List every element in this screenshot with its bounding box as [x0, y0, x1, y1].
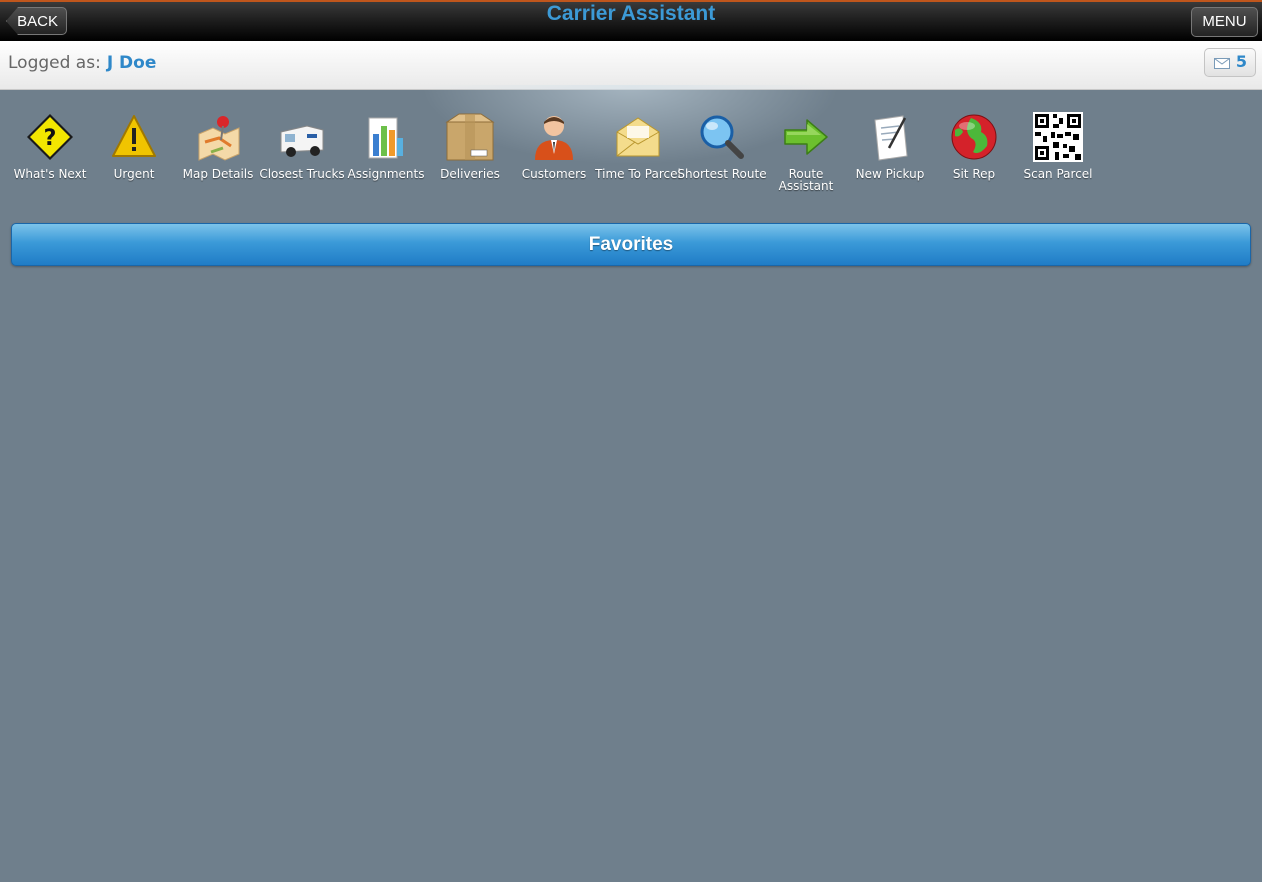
favorites-bar[interactable]: Favorites [11, 223, 1251, 266]
tool-label: Scan Parcel [1023, 167, 1093, 181]
tool-scan-parcel[interactable]: Scan Parcel [1016, 110, 1100, 194]
warning-icon [112, 115, 156, 157]
envelope-icon [1214, 58, 1230, 69]
message-count: 5 [1235, 52, 1247, 71]
map-pin-icon [198, 116, 240, 161]
tool-label: Sit Rep [952, 167, 996, 181]
svg-text:?: ? [44, 126, 57, 151]
login-status: Logged as: J Doe [8, 53, 156, 73]
tool-label: New Pickup [855, 167, 925, 181]
tool-whats-next[interactable]: ? What's Next [8, 110, 92, 194]
top-bar: BACK Carrier Assistant MENU [0, 0, 1262, 41]
tool-label: Time To Parcel [595, 167, 681, 181]
tool-label: Deliveries [440, 167, 500, 181]
messages-button[interactable]: 5 [1204, 48, 1256, 77]
login-user[interactable]: J Doe [107, 53, 157, 73]
login-bar: Logged as: J Doe 5 [0, 41, 1262, 90]
tool-deliveries[interactable]: Deliveries [428, 110, 512, 194]
tool-label: Shortest Route [677, 167, 767, 181]
tool-label: Assignments [347, 167, 425, 181]
tool-new-pickup[interactable]: New Pickup [848, 110, 932, 194]
person-icon [535, 116, 573, 160]
favorites-label: Favorites [588, 234, 674, 255]
document-pen-icon [874, 115, 908, 161]
tool-closest-trucks[interactable]: Closest Trucks [259, 110, 345, 194]
tool-label: Route Assistant [778, 167, 834, 193]
tool-sit-rep[interactable]: Sit Rep [932, 110, 1016, 194]
tool-time-to-parcel[interactable]: Time To Parcel [595, 110, 681, 194]
login-label: Logged as: [8, 53, 101, 73]
tool-label: Map Details [182, 167, 254, 181]
question-sign-icon: ? [27, 114, 73, 160]
qr-code-icon [1033, 112, 1083, 162]
tool-customers[interactable]: Customers [512, 110, 596, 194]
globe-icon [951, 114, 997, 160]
tool-label: What's Next [13, 167, 87, 181]
tool-map-details[interactable]: Map Details [176, 110, 260, 194]
app-title: Carrier Assistant [546, 2, 716, 25]
tool-route-assistant[interactable]: Route Assistant [764, 110, 848, 194]
magnifier-icon [700, 115, 744, 159]
envelope-icon [616, 117, 660, 157]
arrow-right-icon [784, 119, 828, 155]
box-icon [445, 113, 495, 161]
bar-chart-icon [368, 117, 403, 159]
menu-button[interactable]: MENU [1191, 7, 1258, 37]
tool-label: Urgent [113, 167, 155, 181]
tool-urgent[interactable]: Urgent [92, 110, 176, 194]
tool-shortest-route[interactable]: Shortest Route [677, 110, 767, 194]
tool-label: Customers [521, 167, 587, 181]
tool-assignments[interactable]: Assignments [344, 110, 428, 194]
truck-icon [280, 125, 324, 157]
tool-label: Closest Trucks [259, 167, 345, 181]
